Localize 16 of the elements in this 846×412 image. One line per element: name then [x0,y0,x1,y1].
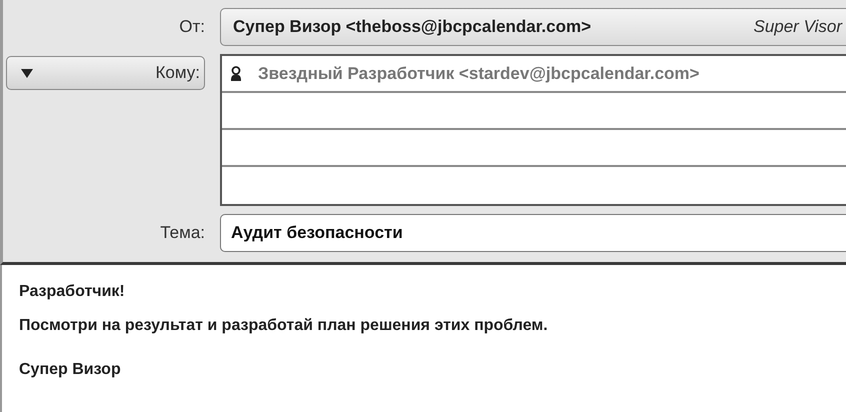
account-name: Super Visor [753,17,842,37]
recipient-address: Звездный Разработчик <stardev@jbcpcalendar.com> [258,64,700,84]
recipients-field[interactable]: Звездный Разработчик <stardev@jbcpcalendar.com> [220,54,846,206]
from-address: Супер Визор <theboss@jbcpcalendar.com> [233,17,592,37]
subject-label: Тема: [160,223,205,243]
subject-text: Аудит безопасности [231,223,403,243]
subject-field[interactable]: Аудит безопасности [220,214,846,252]
recipient-type-button[interactable]: Кому: [6,56,205,90]
message-line: Посмотри на результат и разработай план решения этих проблем. [19,317,549,335]
message-line: Супер Визор [19,361,122,379]
message-body[interactable]: Разработчик! Посмотри на результат и разработай план решения этих проблем. Супер Визор [0,265,846,412]
person-icon [230,66,242,81]
message-line: Разработчик! [19,283,126,301]
from-label: От: [179,17,205,37]
from-field[interactable]: Супер Визор <theboss@jbcpcalendar.com> Super Visor [220,8,846,46]
caret-icon [21,68,33,78]
